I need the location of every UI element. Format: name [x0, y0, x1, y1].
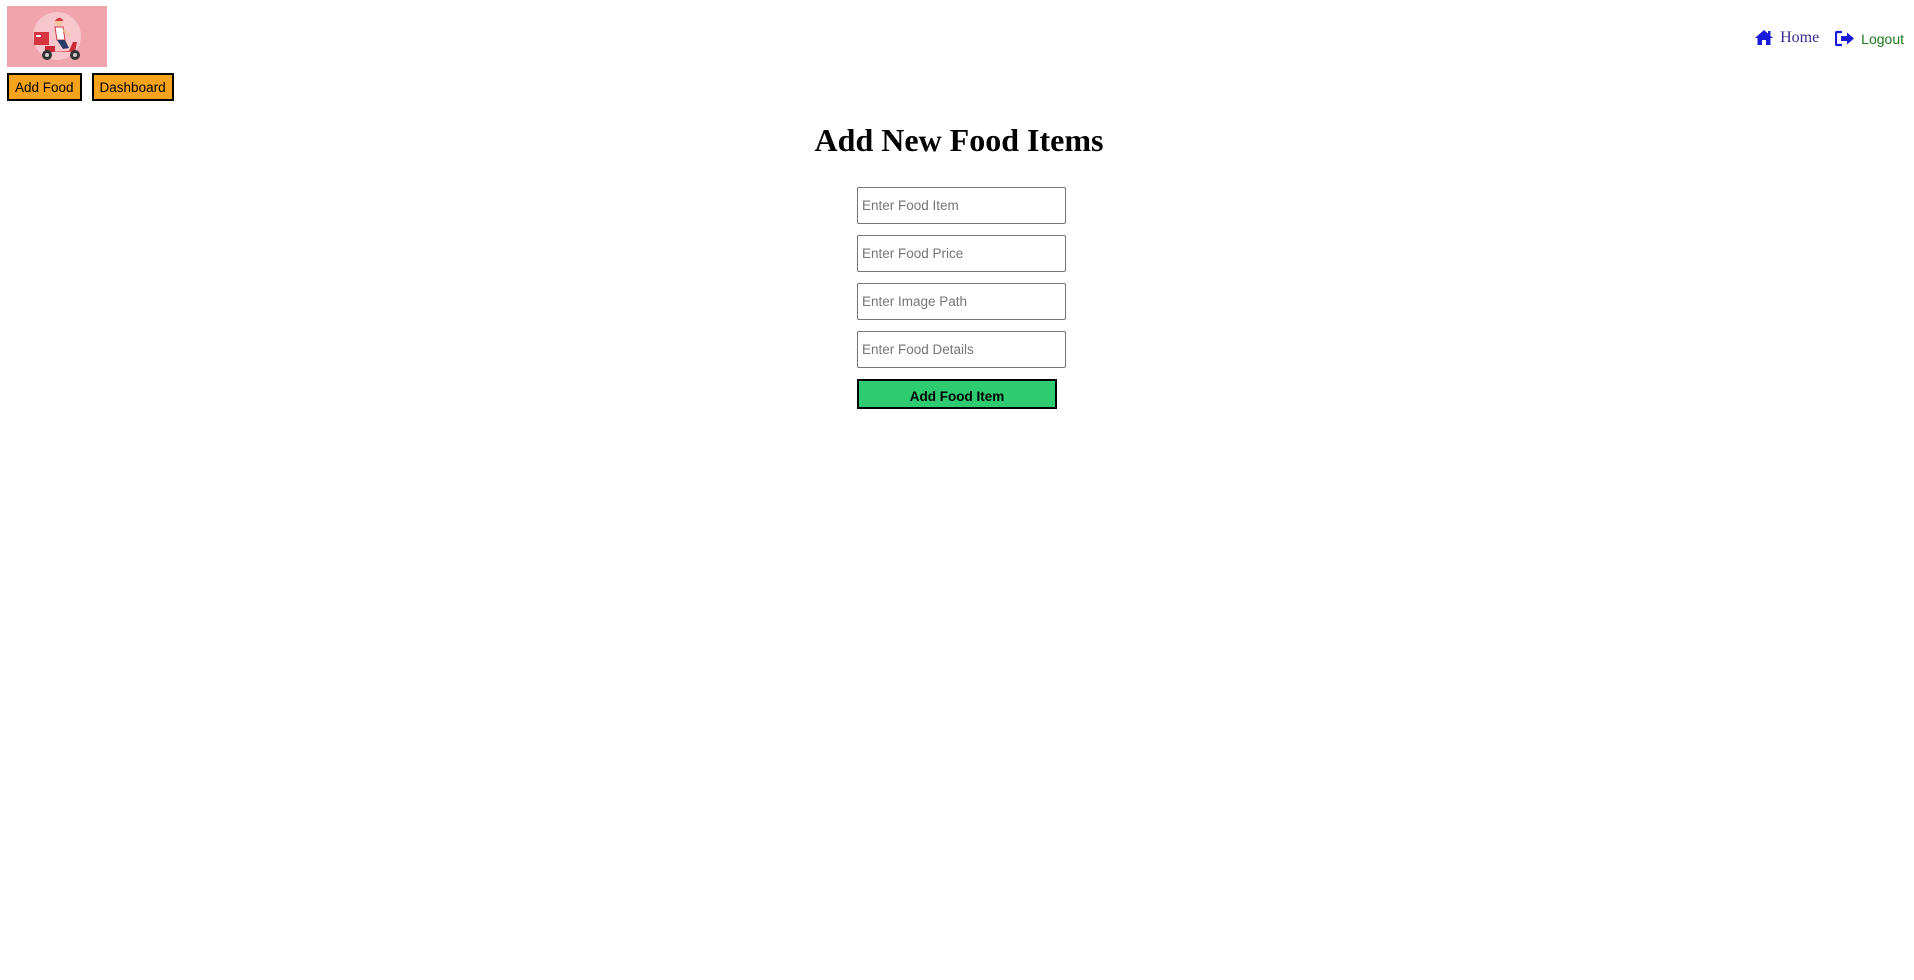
add-food-item-button[interactable]: Add Food Item: [857, 379, 1057, 409]
top-nav: Home Logout: [1754, 28, 1904, 47]
home-link[interactable]: Home: [1754, 29, 1819, 47]
food-price-input[interactable]: [857, 235, 1066, 272]
delivery-scooter-icon: [33, 12, 81, 60]
logout-link-label: Logout: [1861, 30, 1904, 47]
sign-out-icon: [1835, 30, 1855, 47]
add-food-form: Add Food Item: [857, 187, 1067, 409]
home-icon: [1755, 30, 1774, 45]
logout-link[interactable]: Logout: [1835, 28, 1904, 47]
food-details-input[interactable]: [857, 331, 1066, 368]
add-food-button[interactable]: Add Food: [7, 73, 82, 101]
dashboard-button[interactable]: Dashboard: [91, 73, 174, 101]
page-title: Add New Food Items: [814, 122, 1104, 158]
page: Home Logout Add Food Dashboard Add New F…: [0, 0, 1914, 980]
toolbar: Add Food Dashboard: [7, 73, 174, 101]
logo[interactable]: [7, 6, 107, 67]
home-link-label: Home: [1780, 28, 1820, 46]
food-item-input[interactable]: [857, 187, 1066, 224]
image-path-input[interactable]: [857, 283, 1066, 320]
